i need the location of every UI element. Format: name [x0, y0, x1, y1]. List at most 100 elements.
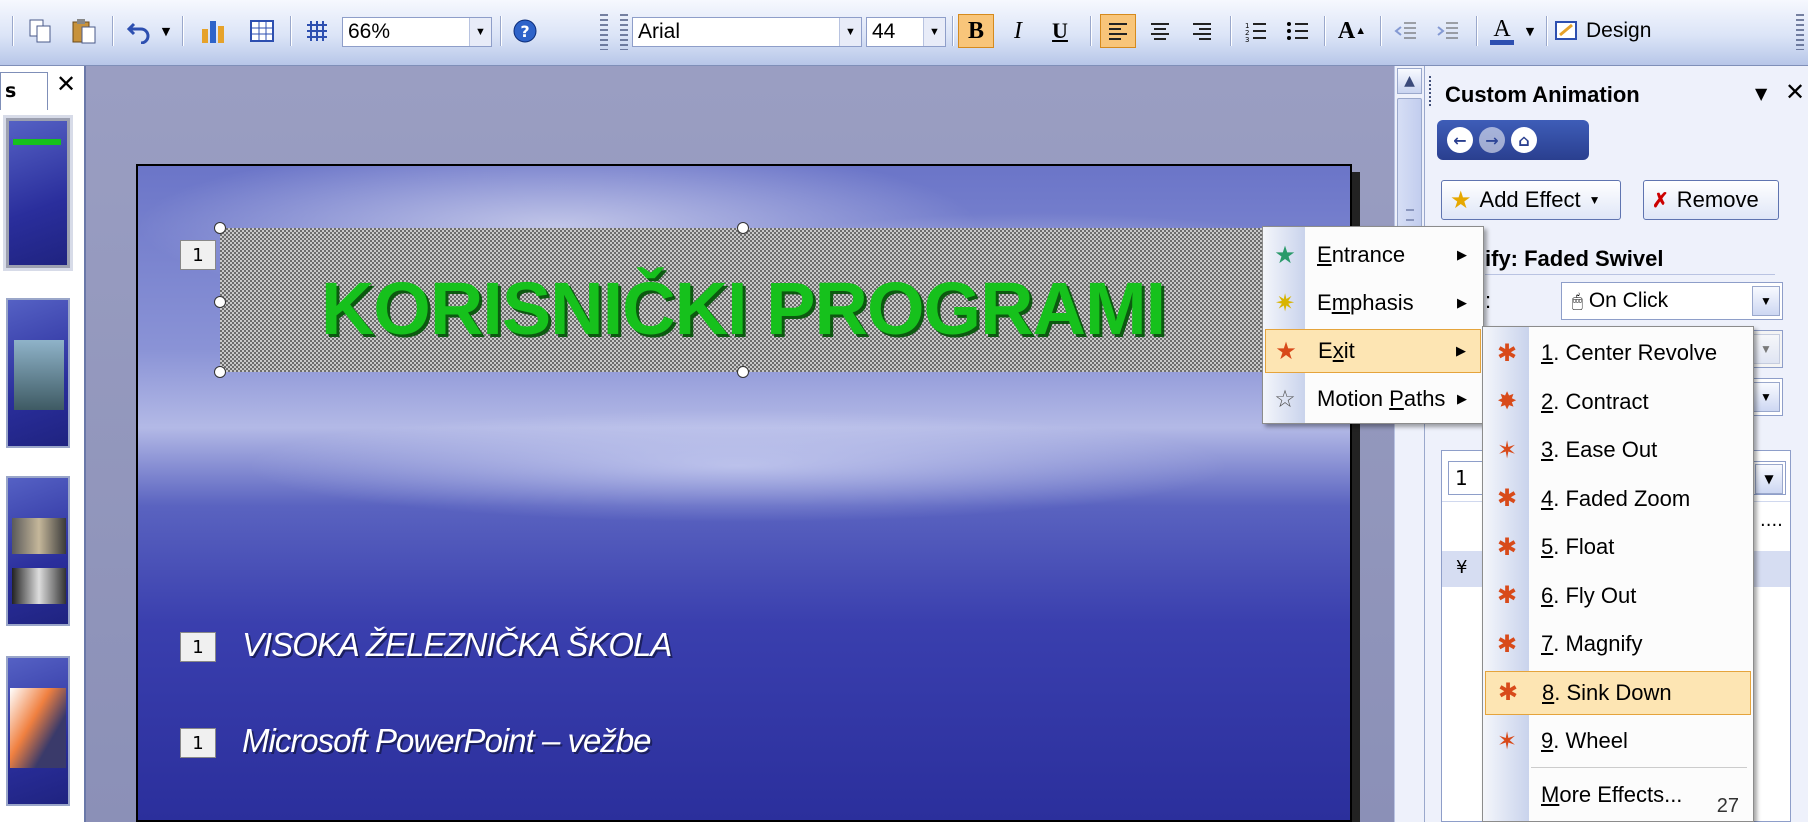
menu-item-more-effects[interactable]: More Effects...	[1485, 773, 1751, 817]
slide-thumbnail[interactable]	[6, 298, 70, 448]
chevron-down-icon[interactable]: ▼	[1752, 286, 1780, 316]
pane-grip-icon[interactable]	[1429, 76, 1435, 106]
menu-item-exit[interactable]: ★ Exit ▶	[1265, 329, 1481, 373]
slide-title[interactable]: KORISNIČKI PROGRAMI	[220, 266, 1266, 351]
chevron-down-icon[interactable]: ▼	[1755, 464, 1783, 494]
chevron-down-icon[interactable]: ▼	[839, 18, 861, 46]
zoom-select[interactable]: 66% ▼	[342, 17, 492, 47]
design-label: Design	[1586, 19, 1652, 42]
exit-effect-item[interactable]: ✶ 9. Wheel	[1485, 719, 1751, 763]
undo-dropdown-arrow-icon[interactable]: ▼	[158, 14, 174, 48]
align-center-icon[interactable]	[1142, 14, 1178, 48]
resize-handle[interactable]	[214, 296, 226, 308]
design-button[interactable]: Design	[1554, 14, 1704, 48]
formatting-toolbar: ▼ 66% ▼ ? Arial ▼ 44 ▼ B I U 123 A ▲ A ▼…	[0, 0, 1808, 66]
copy-icon[interactable]	[22, 14, 58, 48]
exit-effect-star-icon: ✶	[1496, 727, 1518, 755]
font-size-value: 44	[872, 20, 896, 43]
add-effect-button[interactable]: ★ Add Effect ▼	[1441, 180, 1621, 220]
align-right-icon[interactable]	[1184, 14, 1220, 48]
back-icon[interactable]: ←	[1447, 127, 1473, 153]
chart-icon[interactable]	[194, 14, 234, 48]
exit-effect-star-icon: ✱	[1496, 339, 1518, 367]
toolbar-separator	[1380, 16, 1382, 46]
exit-effect-star-icon: ✶	[1496, 436, 1518, 464]
start-select[interactable]: 🖱 On Click ▼	[1561, 282, 1783, 320]
toolbar-grip-icon[interactable]	[620, 14, 628, 50]
menu-item-emphasis[interactable]: ✷ Emphasis ▶	[1265, 281, 1481, 325]
toolbar-separator	[1476, 16, 1478, 46]
font-size-select[interactable]: 44 ▼	[866, 17, 946, 47]
slide-thumbnail[interactable]	[6, 476, 70, 626]
menu-item-label: Emphasis	[1317, 290, 1414, 315]
home-icon[interactable]: ⌂	[1511, 127, 1537, 153]
forward-icon[interactable]: →	[1479, 127, 1505, 153]
exit-effect-label: 3. Ease Out	[1541, 437, 1658, 462]
slide-canvas[interactable]: KORISNIČKI PROGRAMI 1 1 VISOKA ŽELEZNIČK…	[136, 164, 1352, 822]
undo-icon[interactable]	[122, 14, 156, 48]
resize-handle[interactable]	[214, 222, 226, 234]
exit-effect-label: 8. Sink Down	[1542, 679, 1672, 705]
pane-menu-arrow-icon[interactable]: ▼	[1755, 84, 1767, 103]
list-item-ellipsis: ....	[1760, 510, 1783, 531]
chevron-down-icon[interactable]: ▼	[1752, 334, 1780, 364]
animation-order-tag[interactable]: 1	[180, 240, 216, 270]
menu-item-motion-paths[interactable]: ☆ Motion Paths ▶	[1265, 377, 1481, 421]
exit-effect-star-icon: ✸	[1496, 388, 1518, 415]
resize-handle[interactable]	[214, 366, 226, 378]
chevron-down-icon[interactable]: ▼	[469, 18, 491, 46]
font-name-select[interactable]: Arial ▼	[632, 17, 862, 47]
zoom-value: 66%	[348, 20, 391, 43]
font-color-icon[interactable]: A	[1484, 14, 1520, 48]
exit-effect-item[interactable]: ✱ 1. Center Revolve	[1485, 331, 1751, 375]
start-label: :	[1485, 288, 1492, 313]
align-left-icon[interactable]	[1100, 14, 1136, 48]
remove-label: Remove	[1676, 187, 1759, 212]
toolbar-grip-icon[interactable]	[600, 14, 608, 50]
entrance-star-icon: ★	[1274, 241, 1296, 269]
underline-button[interactable]: U	[1042, 14, 1078, 48]
toolbar-separator	[1230, 16, 1232, 46]
close-icon[interactable]: ✕	[1785, 78, 1805, 106]
remove-button[interactable]: ✗ Remove	[1643, 180, 1779, 220]
exit-effect-item[interactable]: ✱ 6. Fly Out	[1485, 574, 1751, 618]
exit-effect-item[interactable]: ✸ 2. Contract	[1485, 380, 1751, 424]
increase-indent-icon[interactable]	[1430, 14, 1466, 48]
menu-item-entrance[interactable]: ★ Entrance ▶	[1265, 233, 1481, 277]
chevron-down-icon[interactable]: ▼	[923, 18, 945, 46]
exit-effect-item[interactable]: ✶ 3. Ease Out	[1485, 428, 1751, 472]
resize-handle[interactable]	[737, 222, 749, 234]
exit-effect-star-icon: ✱	[1496, 582, 1518, 609]
motion-path-star-icon: ☆	[1274, 385, 1296, 413]
slides-tab[interactable]: s	[0, 72, 48, 110]
vertical-scrollbar[interactable]: ▲	[1394, 66, 1424, 822]
slide-thumbnail[interactable]	[6, 118, 70, 268]
table-icon[interactable]	[244, 14, 280, 48]
bulleted-list-icon[interactable]	[1280, 14, 1316, 48]
toolbar-grip-icon[interactable]	[1796, 14, 1804, 50]
decrease-indent-icon[interactable]	[1388, 14, 1424, 48]
close-icon[interactable]: ✕	[56, 70, 76, 98]
exit-effect-item[interactable]: ✱ 4. Faded Zoom	[1485, 477, 1751, 521]
increase-font-size-icon[interactable]: A ▲	[1332, 14, 1372, 48]
bold-button[interactable]: B	[958, 14, 994, 48]
chevron-down-icon[interactable]: ▼	[1752, 382, 1780, 412]
font-color-dropdown-arrow-icon[interactable]: ▼	[1522, 14, 1538, 48]
paste-icon[interactable]	[66, 14, 102, 48]
slide-subtitle-line[interactable]: VISOKA ŽELEZNIČKA ŠKOLA	[242, 626, 672, 664]
submenu-arrow-icon: ▶	[1457, 391, 1467, 406]
numbered-list-icon[interactable]: 123	[1238, 14, 1274, 48]
start-value: On Click	[1588, 289, 1669, 312]
animation-order-tag[interactable]: 1	[180, 728, 216, 758]
italic-button[interactable]: I	[1000, 14, 1036, 48]
help-icon[interactable]: ?	[508, 14, 542, 48]
grid-icon[interactable]	[300, 14, 334, 48]
resize-handle[interactable]	[737, 366, 749, 378]
animation-order-tag[interactable]: 1	[180, 632, 216, 662]
exit-effect-item[interactable]: ✱ 5. Float	[1485, 525, 1751, 569]
scroll-up-arrow-icon[interactable]: ▲	[1397, 68, 1422, 94]
slide-subtitle-line[interactable]: Microsoft PowerPoint – vežbe	[242, 722, 652, 760]
exit-effect-item[interactable]: ✱ 7. Magnify	[1485, 622, 1751, 666]
slide-thumbnail[interactable]	[6, 656, 70, 806]
exit-effect-item[interactable]: ✱ 8. Sink Down	[1485, 670, 1751, 715]
